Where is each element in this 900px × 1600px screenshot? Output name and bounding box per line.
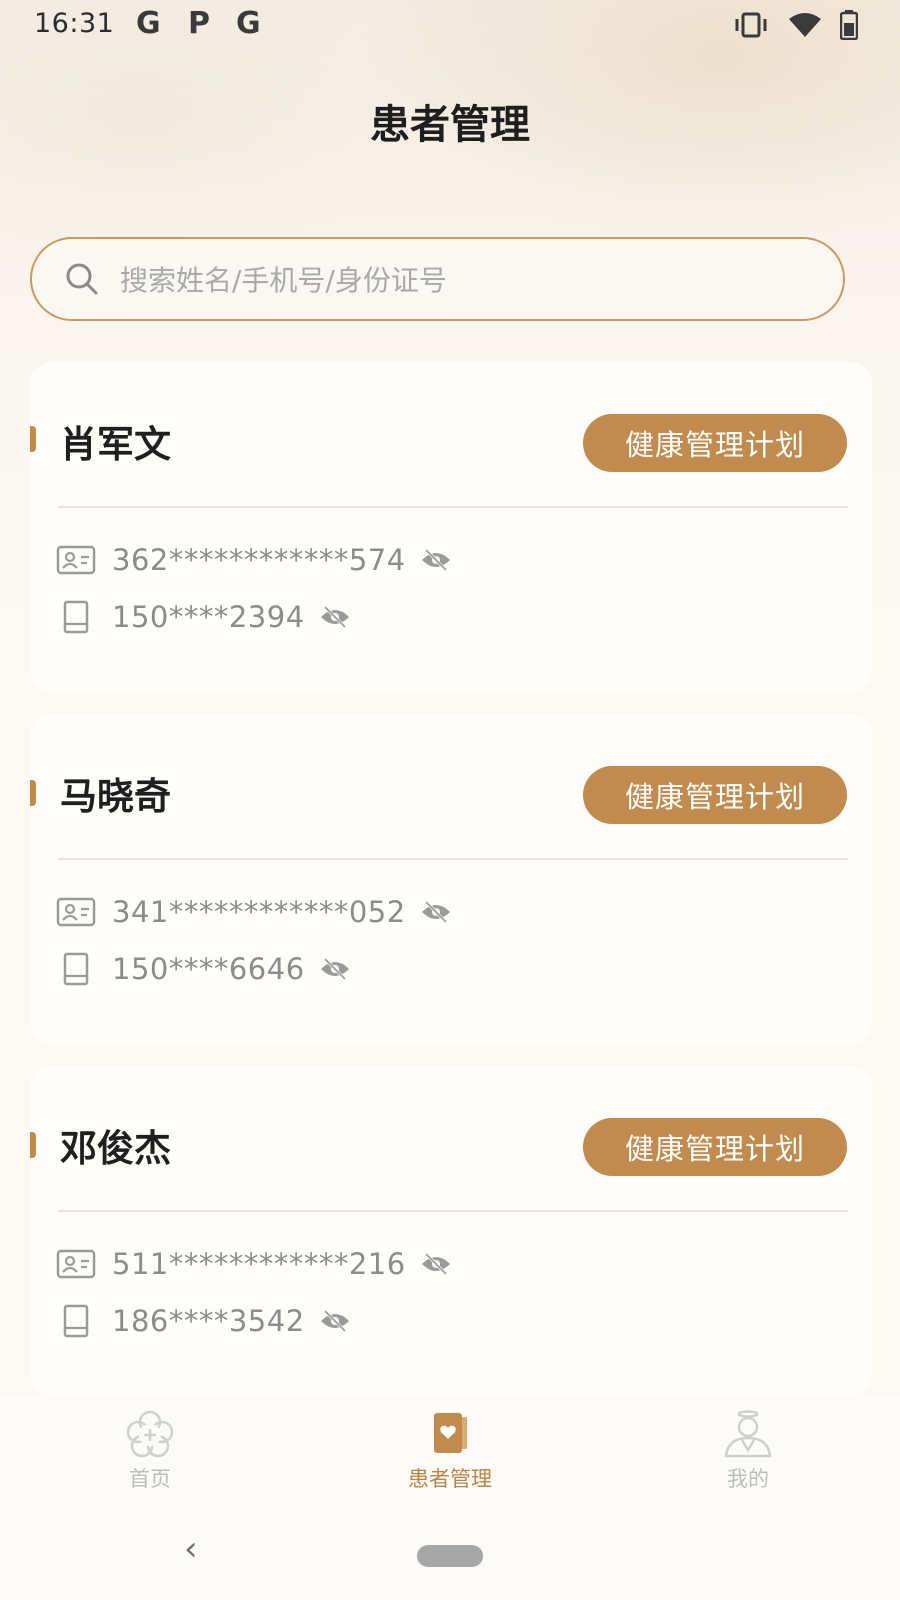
card-divider (58, 858, 848, 860)
phone-row: 186****3542 (56, 1303, 351, 1339)
phone-value: 186****3542 (112, 1304, 305, 1338)
id-number-row: 511************216 (56, 1246, 452, 1282)
id-number-row: 362************574 (56, 542, 452, 578)
page-title: 患者管理 (370, 102, 530, 148)
health-plan-button[interactable]: 健康管理计划 (583, 766, 847, 824)
search-icon (64, 261, 100, 297)
phone-book-icon (56, 1303, 96, 1339)
patient-name: 马晓奇 (60, 775, 171, 818)
patient-name: 邓俊杰 (60, 1127, 171, 1170)
search-input[interactable]: 搜索姓名/手机号/身份证号 (30, 237, 845, 321)
id-number-value: 511************216 (112, 1247, 406, 1281)
search-placeholder: 搜索姓名/手机号/身份证号 (120, 264, 447, 297)
id-card-icon (56, 1246, 96, 1282)
phone-book-icon (56, 599, 96, 635)
system-nav-bar: ‹ (0, 1515, 900, 1600)
card-accent-bar (30, 1132, 36, 1158)
eye-closed-icon[interactable] (319, 1307, 351, 1335)
patient-card[interactable]: 肖军文 健康管理计划 362************574 150****239… (30, 362, 872, 692)
battery-icon (840, 10, 858, 40)
eye-closed-icon[interactable] (420, 898, 452, 926)
tab-patient-management-label: 患者管理 (408, 1467, 492, 1491)
tab-patient-management[interactable]: 患者管理 (370, 1409, 530, 1493)
tab-profile[interactable]: 我的 (668, 1409, 828, 1493)
vibrate-icon (732, 11, 770, 39)
phone-value: 150****2394 (112, 600, 305, 634)
phone-book-icon (56, 951, 96, 987)
card-accent-bar (30, 426, 36, 452)
eye-closed-icon[interactable] (420, 546, 452, 574)
patient-card[interactable]: 马晓奇 健康管理计划 341************052 150****664… (30, 714, 872, 1044)
health-plan-button[interactable]: 健康管理计划 (583, 414, 847, 472)
id-number-row: 341************052 (56, 894, 452, 930)
bottom-tab-bar: 首页 患者管理 我的 (0, 1395, 900, 1515)
status-bar: 16:31 G P G (0, 0, 900, 52)
tab-home[interactable]: 首页 (70, 1409, 230, 1493)
back-icon[interactable]: ‹ (184, 1529, 198, 1569)
flower-home-icon (122, 1409, 178, 1459)
phone-row: 150****6646 (56, 951, 351, 987)
id-number-value: 362************574 (112, 543, 406, 577)
eye-closed-icon[interactable] (420, 1250, 452, 1278)
eye-closed-icon[interactable] (319, 955, 351, 983)
status-time: 16:31 (34, 8, 115, 39)
wifi-icon (788, 12, 822, 38)
notification-g-icon: G (236, 6, 261, 41)
card-divider (58, 506, 848, 508)
id-number-value: 341************052 (112, 895, 406, 929)
patient-book-icon (422, 1409, 478, 1459)
patient-name: 肖军文 (60, 423, 171, 466)
home-pill-handle[interactable] (417, 1545, 483, 1567)
profile-icon (720, 1409, 776, 1459)
id-card-icon (56, 542, 96, 578)
tab-profile-label: 我的 (727, 1467, 769, 1491)
id-card-icon (56, 894, 96, 930)
eye-closed-icon[interactable] (319, 603, 351, 631)
card-divider (58, 1210, 848, 1212)
notification-g-icon: G (136, 6, 161, 41)
tab-home-label: 首页 (129, 1467, 171, 1491)
card-accent-bar (30, 780, 36, 806)
phone-value: 150****6646 (112, 952, 305, 986)
health-plan-button[interactable]: 健康管理计划 (583, 1118, 847, 1176)
notification-p-icon: P (188, 6, 210, 41)
phone-row: 150****2394 (56, 599, 351, 635)
patient-card[interactable]: 邓俊杰 健康管理计划 511************216 186****354… (30, 1066, 872, 1396)
